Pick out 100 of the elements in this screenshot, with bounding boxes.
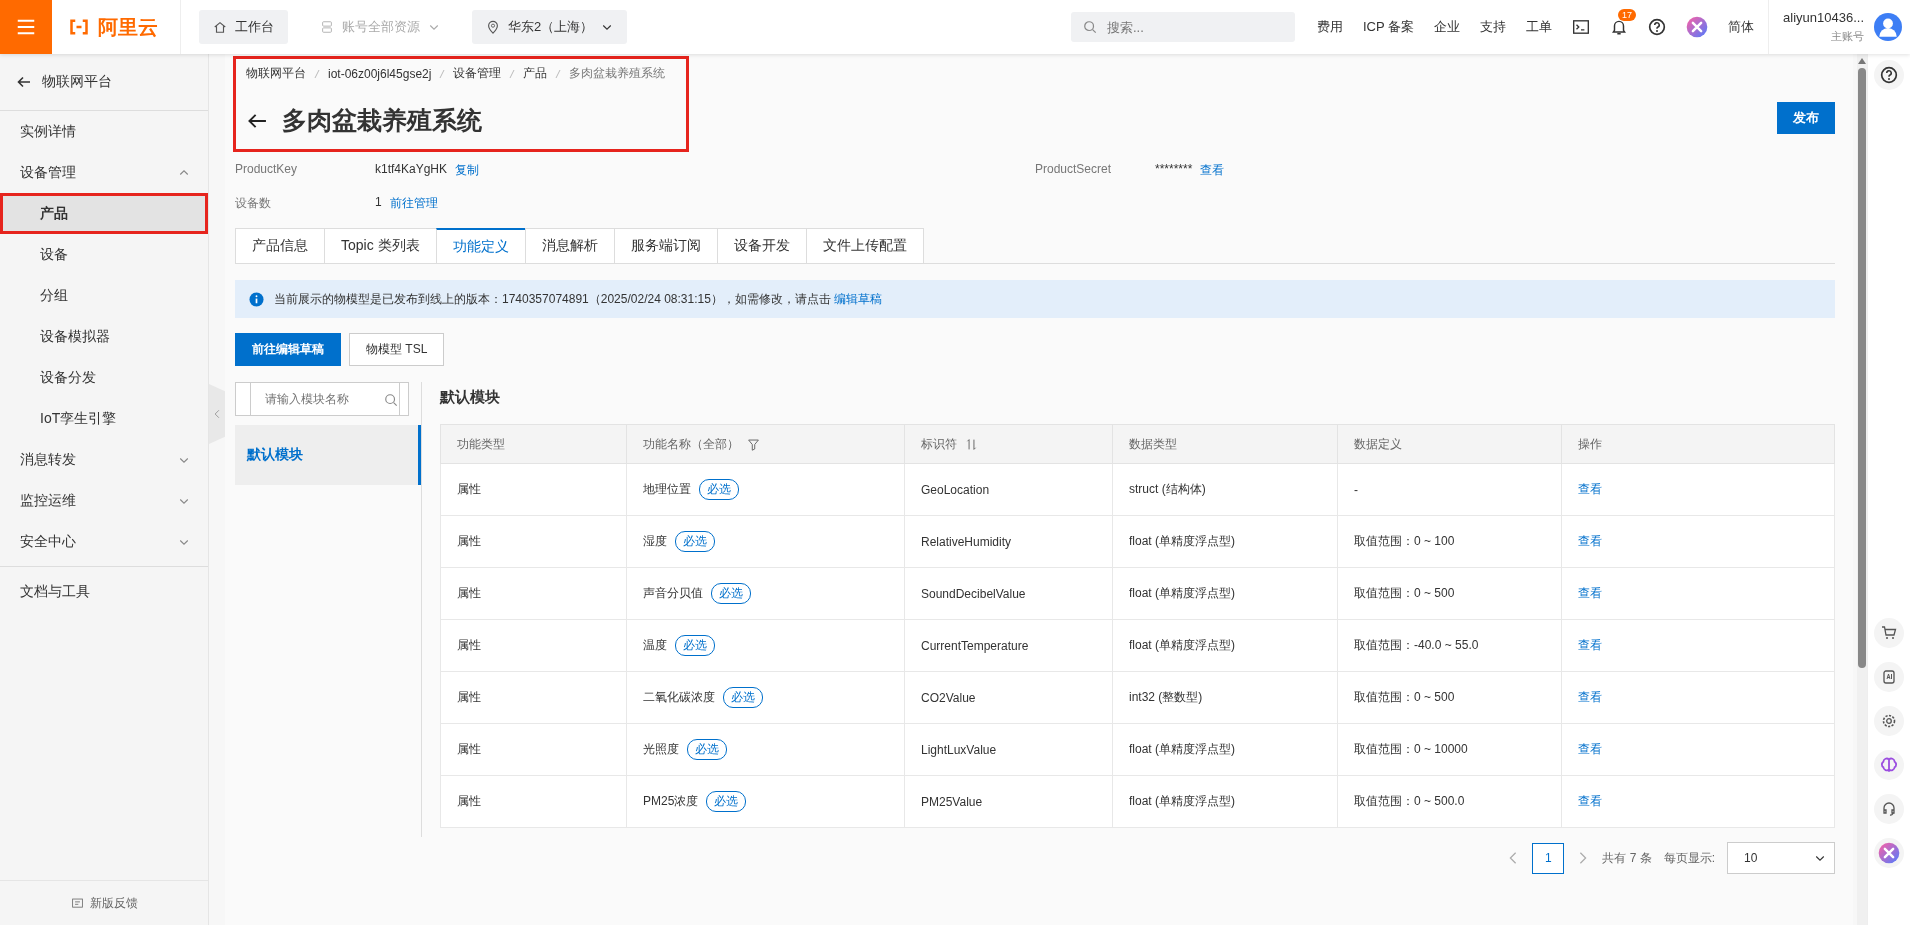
view-link[interactable]: 查看 — [1578, 794, 1602, 808]
table-cell: float (单精度浮点型) — [1112, 567, 1338, 620]
table-cell: LightLuxValue — [904, 723, 1113, 776]
sidebar-item[interactable]: 文档与工具 — [0, 571, 208, 612]
breadcrumb-item[interactable]: 物联网平台 — [246, 65, 306, 82]
scroll-up-arrow-icon[interactable] — [1858, 58, 1866, 64]
page-title: 多肉盆栽养殖系统 — [282, 105, 482, 136]
table-cell: 属性 — [440, 515, 627, 568]
required-tag: 必选 — [706, 791, 747, 812]
cart-button[interactable] — [1874, 618, 1904, 648]
sidebar-item[interactable]: 分组 — [0, 275, 208, 316]
sidebar-item[interactable]: 设备模拟器 — [0, 316, 208, 357]
field-value: ******** — [1155, 162, 1193, 178]
sidebar-item[interactable]: 设备管理 — [0, 152, 208, 193]
field-link[interactable]: 查看 — [1200, 162, 1225, 179]
publish-button[interactable]: 发布 — [1777, 102, 1835, 134]
feature-name: 温度 — [643, 637, 667, 654]
field-link[interactable]: 前往管理 — [389, 195, 438, 212]
help-button[interactable] — [1874, 60, 1904, 90]
view-link[interactable]: 查看 — [1578, 638, 1602, 652]
tab[interactable]: 消息解析 — [524, 228, 615, 263]
feature-name: 声音分贝值 — [643, 585, 703, 602]
top-nav-link[interactable]: 支持 — [1480, 18, 1507, 36]
page-button[interactable]: 1 — [1532, 842, 1565, 874]
breadcrumb-item[interactable]: 产品 — [523, 65, 548, 82]
tab[interactable]: 服务端订阅 — [613, 228, 718, 263]
required-tag: 必选 — [723, 687, 763, 708]
top-nav-link[interactable]: 工单 — [1526, 18, 1553, 36]
feedback-icon — [70, 896, 84, 910]
view-link[interactable]: 查看 — [1578, 482, 1602, 496]
support-button[interactable] — [1874, 794, 1904, 824]
column-title: 数据定义 — [1354, 435, 1402, 453]
tab[interactable]: Topic 类列表 — [324, 228, 437, 263]
table-cell: float (单精度浮点型) — [1112, 515, 1338, 568]
brain-icon — [1880, 756, 1898, 774]
api-button[interactable] — [1874, 662, 1904, 692]
view-link[interactable]: 查看 — [1578, 586, 1602, 600]
top-nav-link[interactable]: 费用 — [1317, 18, 1343, 36]
column-title: 功能类型 — [457, 435, 505, 453]
tab[interactable]: 功能定义 — [435, 228, 526, 263]
collapse-handle[interactable] — [209, 384, 225, 444]
view-link[interactable]: 查看 — [1578, 742, 1602, 756]
edit-draft-button[interactable]: 前往编辑草稿 — [235, 333, 341, 366]
column-title: 数据类型 — [1129, 435, 1177, 453]
user-name[interactable]: aliyun10436... — [1783, 10, 1864, 25]
tsl-button[interactable]: 物模型 TSL — [349, 333, 445, 366]
module-search-field[interactable]: 请输入模块名称 — [250, 382, 400, 416]
page-size-select[interactable]: 10 — [1727, 842, 1835, 874]
breadcrumb-item[interactable]: 设备管理 — [453, 65, 502, 82]
sidebar-item[interactable]: 实例详情 — [0, 111, 208, 152]
location-pin-icon — [486, 20, 500, 34]
x-logo-icon — [1686, 16, 1709, 38]
tab[interactable]: 产品信息 — [235, 228, 325, 263]
feature-name: 二氧化碳浓度 — [643, 689, 715, 706]
search-field[interactable]: 搜索... — [1071, 12, 1295, 42]
workbench-button[interactable]: 工作台 — [199, 10, 288, 44]
table-cell: 属性 — [440, 671, 627, 724]
language-link[interactable]: 简体 — [1728, 18, 1755, 36]
assistant-button[interactable] — [1874, 838, 1904, 868]
section-title: 默认模块 — [440, 388, 501, 407]
top-nav-link[interactable]: ICP 备案 — [1363, 18, 1415, 36]
platform-back-link[interactable]: 物联网平台 — [42, 73, 112, 91]
sidebar-item[interactable]: 设备分发 — [0, 357, 208, 398]
table-cell: - — [1337, 463, 1562, 516]
tab[interactable]: 文件上传配置 — [805, 228, 924, 263]
region-dropdown[interactable]: 华东2（上海） — [472, 10, 628, 44]
view-link[interactable]: 查看 — [1578, 690, 1602, 704]
sidebar-item[interactable]: 产品 — [0, 193, 208, 234]
x-logo-icon — [1878, 842, 1900, 864]
table-cell: RelativeHumidity — [904, 515, 1113, 568]
table-cell: 取值范围：0 ~ 100 — [1337, 515, 1562, 568]
breadcrumb-separator-icon — [555, 68, 562, 79]
scrollbar[interactable] — [1857, 54, 1867, 925]
headset-icon — [1881, 801, 1897, 817]
column-title: 操作 — [1578, 435, 1602, 453]
menu-button[interactable] — [0, 0, 52, 54]
search-icon — [384, 393, 398, 407]
table-cell: int32 (整数型) — [1112, 671, 1338, 724]
sidebar-item[interactable]: IoT孪生引擎 — [0, 398, 208, 439]
view-link[interactable]: 查看 — [1578, 534, 1602, 548]
field-link[interactable]: 复制 — [455, 162, 480, 179]
feature-name: 湿度 — [643, 533, 667, 550]
breadcrumb-item[interactable]: iot-06z00j6l45gse2j — [328, 66, 432, 81]
feedback-link[interactable]: 新版反馈 — [89, 894, 138, 912]
brain-button[interactable] — [1874, 750, 1904, 780]
info-icon — [249, 291, 264, 307]
column-title: 功能名称（全部） — [643, 435, 739, 453]
sidebar-item[interactable]: 设备 — [0, 234, 208, 275]
edit-draft-link[interactable]: 编辑草稿 — [834, 291, 883, 306]
sidebar-item[interactable]: 消息转发 — [0, 439, 208, 480]
tab[interactable]: 设备开发 — [716, 228, 807, 263]
sidebar-item[interactable]: 监控运维 — [0, 480, 208, 521]
required-tag: 必选 — [699, 479, 739, 500]
table-cell: 属性 — [440, 463, 627, 516]
sidebar-item[interactable]: 安全中心 — [0, 521, 208, 562]
settings-button[interactable] — [1874, 706, 1904, 736]
top-nav-link[interactable]: 企业 — [1434, 18, 1461, 36]
total-count: 共有 7 条 — [1602, 849, 1652, 867]
module-item[interactable]: 默认模块 — [235, 425, 421, 485]
table-cell: 取值范围：0 ~ 500 — [1337, 567, 1562, 620]
